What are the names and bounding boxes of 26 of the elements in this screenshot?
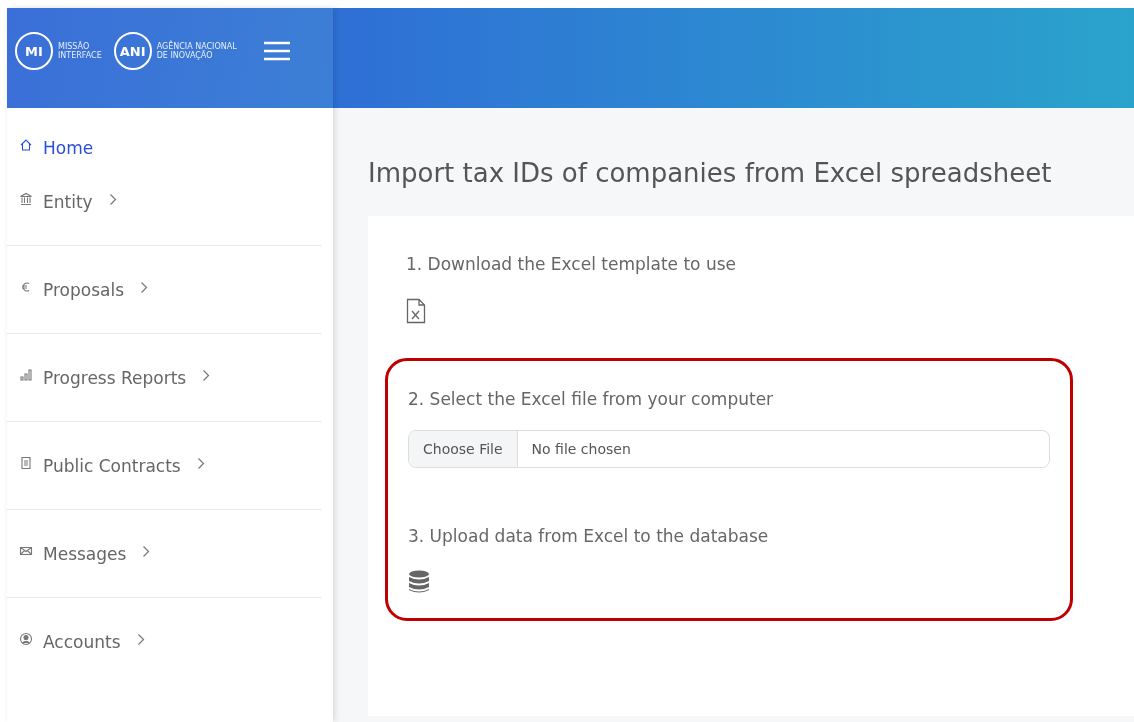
sidebar-item[interactable]: Home bbox=[7, 138, 94, 158]
sidebar-item[interactable]: Progress Reports bbox=[7, 367, 211, 388]
menu-icon[interactable] bbox=[262, 40, 291, 62]
sidebar-item[interactable]: Proposals bbox=[7, 279, 148, 300]
step-label: 3. Upload data from Excel to the database bbox=[408, 526, 770, 546]
database-icon[interactable] bbox=[408, 570, 430, 594]
file-input[interactable]: Choose File No file chosen bbox=[408, 430, 1050, 468]
home-icon bbox=[19, 138, 33, 152]
page-title: Import tax IDs of companies from Excel spreadsheet bbox=[368, 158, 1053, 188]
bar-chart-icon bbox=[19, 367, 33, 382]
sidebar-item[interactable]: Entity bbox=[7, 191, 117, 212]
logo-mark: MI bbox=[15, 32, 53, 70]
logo-caption: AGÊNCIA NACIONAL DE INOVAÇÃO bbox=[156, 42, 237, 60]
logo-mark: ANI bbox=[113, 32, 152, 70]
bank-icon bbox=[19, 191, 33, 206]
spreadsheet-file-icon[interactable] bbox=[406, 298, 426, 324]
document-icon bbox=[19, 455, 33, 470]
sidebar-item[interactable]: Messages bbox=[7, 543, 151, 564]
sidebar-item[interactable]: Accounts bbox=[7, 631, 145, 652]
file-name-placeholder: No file chosen bbox=[530, 440, 631, 459]
step-label: 2. Select the Excel file from your computer bbox=[408, 389, 775, 409]
user-circle-icon bbox=[19, 631, 33, 646]
logo-caption: MISSÃO INTERFACE bbox=[58, 42, 102, 60]
sidebar-item[interactable]: Public Contracts bbox=[7, 455, 205, 476]
step-label: 1. Download the Excel template to use bbox=[406, 254, 737, 274]
choose-file-button[interactable]: Choose File bbox=[409, 431, 518, 467]
